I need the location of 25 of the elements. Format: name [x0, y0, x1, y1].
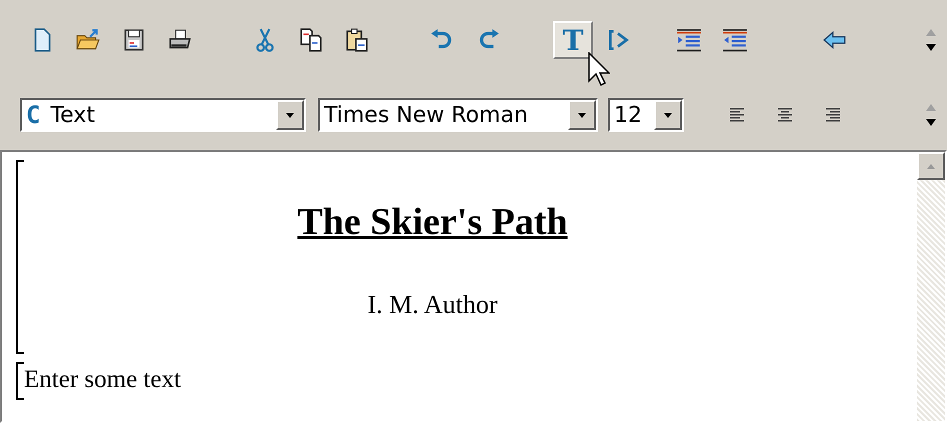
clipboard-icon	[344, 27, 370, 53]
align-left-icon[interactable]	[728, 107, 746, 123]
two-pages-icon	[298, 27, 324, 53]
outdent-icon	[722, 27, 748, 53]
size-dropdown[interactable]: 12	[608, 98, 684, 132]
style-dropdown[interactable]: C Text	[20, 98, 306, 132]
dropdown-arrow-button[interactable]	[568, 100, 596, 130]
align-right-icon[interactable]	[824, 107, 842, 123]
align-center-icon[interactable]	[776, 107, 794, 123]
font-dropdown[interactable]: Times New Roman	[318, 98, 598, 132]
author-line: I. M. Author	[368, 290, 498, 320]
indent-icon	[676, 27, 702, 53]
up-triangle-icon	[927, 164, 935, 168]
document-title: The Skier's Path	[297, 200, 568, 244]
dropdown-arrow-button[interactable]	[654, 100, 682, 130]
style-value: Text	[50, 102, 95, 128]
scrollbar[interactable]	[917, 152, 945, 421]
down-triangle-icon	[286, 112, 294, 118]
dropdown-arrow-button[interactable]	[276, 100, 304, 130]
body-text[interactable]: Enter some text	[18, 362, 181, 400]
style-letter-icon: C	[26, 101, 40, 129]
down-triangle-icon	[664, 112, 672, 118]
scroll-up-button[interactable]	[917, 152, 945, 180]
down-triangle-icon	[578, 112, 586, 118]
text-style-button[interactable]: T	[553, 21, 593, 59]
